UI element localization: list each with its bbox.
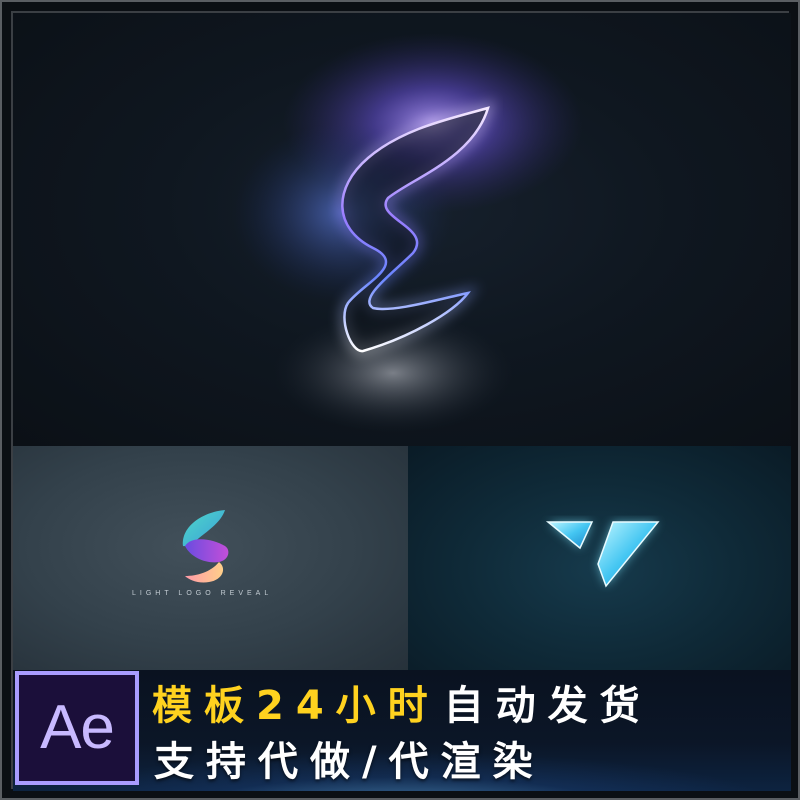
banner-line-1: 模板24小时 自动发货 [152,676,782,729]
after-effects-logo: Ae [15,671,139,785]
banner-line-2: 支持代做/代渲染 [154,732,784,785]
top-preview-panel [13,13,791,446]
product-frame: LIGHT LOGO REVEAL Ae 模板24小时 自动发货 支持代做/代渲… [0,0,800,800]
auto-delivery-text: 自动发货 [443,683,652,729]
delivery-time-highlight: 模板24小时 [152,683,440,729]
cyan-v-logo-icon [545,521,660,588]
custom-render-service-text: 支持代做/代渲染 [154,739,545,785]
bottom-left-preview-panel [13,446,408,670]
bottom-right-preview-panel [408,446,791,670]
glowing-s-outline-icon [233,33,583,433]
light-logo-reveal-caption: LIGHT LOGO REVEAL [132,590,273,597]
gradient-s-icon [182,510,229,583]
ae-logo-text: Ae [40,693,115,762]
